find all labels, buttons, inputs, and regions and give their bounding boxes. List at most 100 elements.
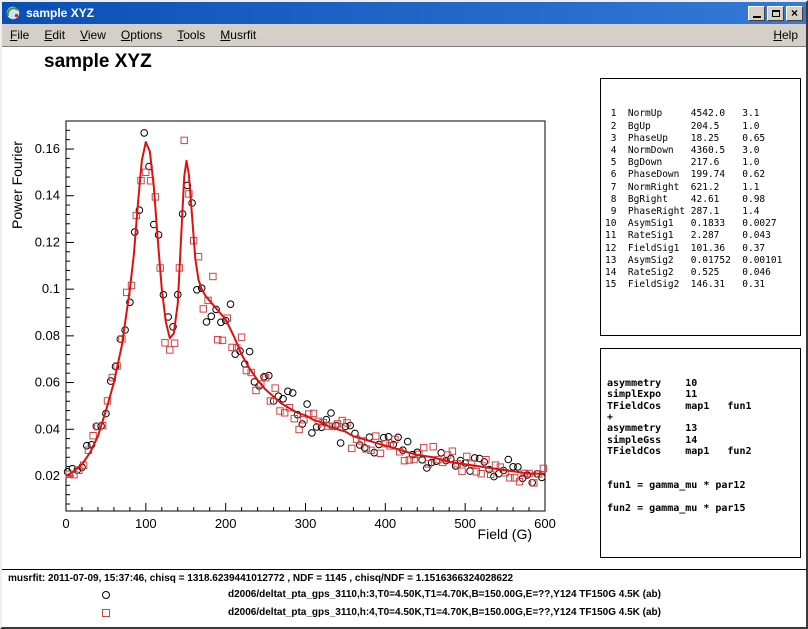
theory-line: fun2 = gamma_mu * par15 [607,503,800,514]
x-tick-label: 600 [534,516,556,531]
menu-tools[interactable]: Tools [177,28,205,42]
data-point-square [492,462,498,468]
maximize-icon [772,10,780,17]
close-button[interactable]: × [786,6,803,21]
parameter-row: 12 FieldSig1 101.36 0.37 [605,243,800,255]
theory-line: asymmetry 10 [607,378,800,389]
window-buttons: × [748,6,803,21]
parameter-list: 1 NormUp 4542.0 3.1 2 BgUp 204.5 1.0 3 P… [605,108,800,291]
parameter-row: 13 AsymSig2 0.01752 0.00101 [605,255,800,267]
data-point-circle [309,430,316,437]
parameter-row: 5 BgDown 217.6 1.0 [605,157,800,169]
menu-options[interactable]: Options [121,28,162,42]
data-point-square [473,469,479,475]
data-point-square [162,340,168,346]
x-tick-label: 500 [454,516,476,531]
x-axis-title: Field (G) [478,526,532,542]
x-tick-label: 100 [135,516,157,531]
theory-line: fun1 = gamma_mu * par12 [607,480,800,491]
data-point-square [430,444,436,450]
theory-line: TFieldCos map1 fun1 [607,401,800,412]
menu-file[interactable]: File [10,28,29,42]
parameter-row: 10 AsymSig1 0.1833 0.0027 [605,218,800,230]
parameter-row: 1 NormUp 4542.0 3.1 [605,108,800,120]
y-axis-title: Power Fourier [9,141,25,229]
menubar: File Edit View Options Tools Musrfit Hel… [2,24,806,47]
legend-row: d2006/deltat_pta_gps_3110,h:4,T0=4.50K,T… [2,605,806,621]
theory-lines: asymmetry 10simplExpo 11TFieldCos map1 f… [607,378,800,515]
menu-view[interactable]: View [80,28,106,42]
legend-label: d2006/deltat_pta_gps_3110,h:3,T0=4.50K,T… [228,589,661,600]
data-point-circle [208,313,215,320]
y-tick-label: 0.08 [35,328,60,343]
theory-line: simplExpo 11 [607,389,800,400]
data-point-square [181,137,187,143]
data-point-circle [529,479,536,486]
maximize-button[interactable] [767,6,784,21]
theory-line [607,469,800,480]
data-point-circle [246,348,253,355]
plot-svg[interactable]: 01002003004005006000.020.040.060.080.10.… [2,47,598,567]
minimize-button[interactable] [748,6,765,21]
series-circle [64,130,545,486]
data-point-square [210,273,216,279]
data-point-square [167,347,173,353]
data-point-square [449,448,455,454]
data-point-circle [337,440,344,447]
theory-line: + [607,412,800,423]
parameter-row: 7 NormRight 621.2 1.1 [605,182,800,194]
parameter-pave: 1 NormUp 4542.0 3.1 2 BgUp 204.5 1.0 3 P… [600,78,801,336]
parameter-row: 9 PhaseRight 287.1 1.4 [605,206,800,218]
data-point-square [373,433,379,439]
series-square [66,137,547,486]
y-tick-label: 0.16 [35,141,60,156]
data-point-circle [232,351,239,358]
data-point-square [464,453,470,459]
theory-line: asymmetry 13 [607,423,800,434]
data-point-circle [495,470,502,477]
fit-status-line: musrfit: 2011-07-09, 15:37:46, chisq = 1… [8,573,513,584]
data-point-circle [404,438,411,445]
y-tick-label: 0.04 [35,421,60,436]
legend-label: d2006/deltat_pta_gps_3110,h:4,T0=4.50K,T… [228,607,661,618]
data-point-square [200,306,206,312]
x-tick-label: 400 [374,516,396,531]
y-tick-label: 0.1 [42,281,60,296]
parameter-row: 14 RateSig2 0.525 0.046 [605,267,800,279]
menu-help[interactable]: Help [773,28,798,42]
data-point-square [238,334,244,340]
data-point-square [478,471,484,477]
data-point-circle [84,442,91,449]
titlebar[interactable]: sample XYZ × [2,2,806,24]
data-point-circle [438,450,445,457]
data-point-square [483,457,489,463]
parameter-row: 6 PhaseDown 199.74 0.62 [605,169,800,181]
menu-musrfit[interactable]: Musrfit [220,28,256,42]
window-title: sample XYZ [26,6,743,20]
data-point-circle [467,468,474,475]
parameter-row: 3 PhaseUp 18.25 0.65 [605,133,800,145]
data-point-square [421,444,427,450]
root-canvas[interactable]: sample XYZ 01002003004005006000.020.040.… [2,47,806,627]
menu-edit[interactable]: Edit [44,28,65,42]
data-point-circle [227,301,234,308]
theory-line: simpleGss 14 [607,435,800,446]
data-point-square [349,445,355,451]
theory-line: TFieldCos map1 fun2 [607,446,800,457]
parameter-row: 4 NormDown 4360.5 3.0 [605,145,800,157]
theory-line [607,492,800,503]
y-tick-label: 0.02 [35,468,60,483]
data-point-square [459,468,465,474]
parameter-row: 11 RateSig1 2.287 0.043 [605,230,800,242]
close-icon: × [791,7,798,19]
minimize-icon [753,16,761,18]
data-point-circle [141,130,148,137]
data-point-circle [481,459,488,466]
data-point-circle [515,464,522,471]
legend-square-marker-icon [102,609,110,617]
data-point-square [253,387,259,393]
app-icon [5,5,21,21]
app-window: sample XYZ × File Edit View Options Tool… [0,0,808,629]
x-tick-label: 200 [215,516,237,531]
data-point-square [512,475,518,481]
